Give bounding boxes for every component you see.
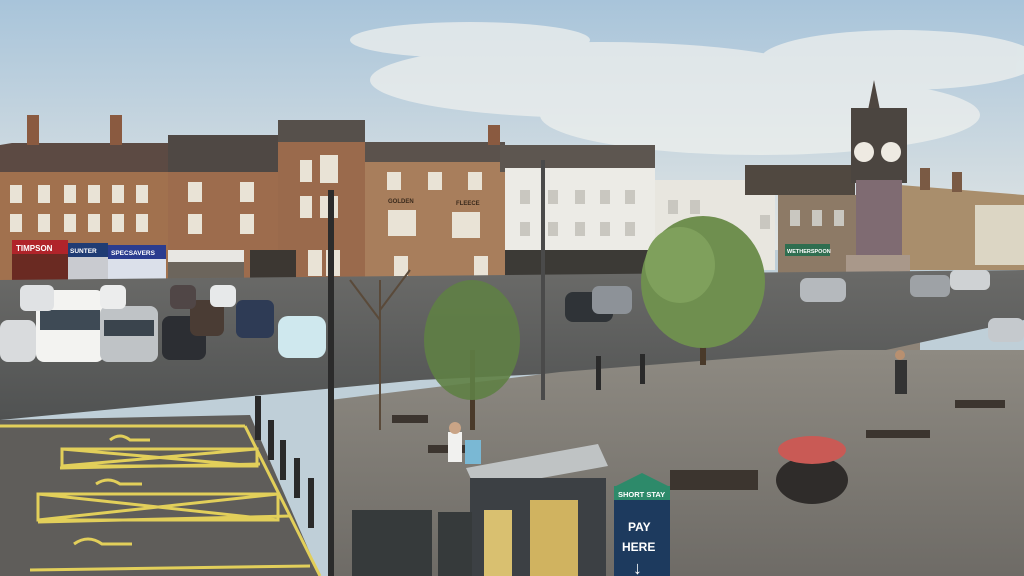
shop-sign-green: WETHERSPOON <box>787 249 831 255</box>
town-square-webcam-image: TIMPSON SUNTER SPECSAVERS GOLDEN FLEECE … <box>0 0 1024 576</box>
lamp-post <box>328 190 334 576</box>
flower-planter <box>776 436 848 504</box>
sign-here: HERE <box>622 540 655 554</box>
street-pole <box>541 160 545 400</box>
shop-sign-sunter: SUNTER <box>70 248 97 255</box>
clock-face-right <box>881 142 901 162</box>
sign-down-arrow-icon: ↓ <box>633 558 642 576</box>
market-square-paving <box>330 350 1024 576</box>
clock-face-left <box>854 142 874 162</box>
sign-short-stay: SHORT STAY <box>618 490 665 499</box>
sign-pay: PAY <box>628 520 651 534</box>
bins <box>352 510 472 576</box>
shop-sign-blue: SPECSAVERS <box>111 250 156 257</box>
shop-sign-fleece: FLEECE <box>456 201 480 207</box>
shop-sign-timpson: TIMPSON <box>16 244 53 253</box>
shop-sign-golden: GOLDEN <box>388 199 414 205</box>
